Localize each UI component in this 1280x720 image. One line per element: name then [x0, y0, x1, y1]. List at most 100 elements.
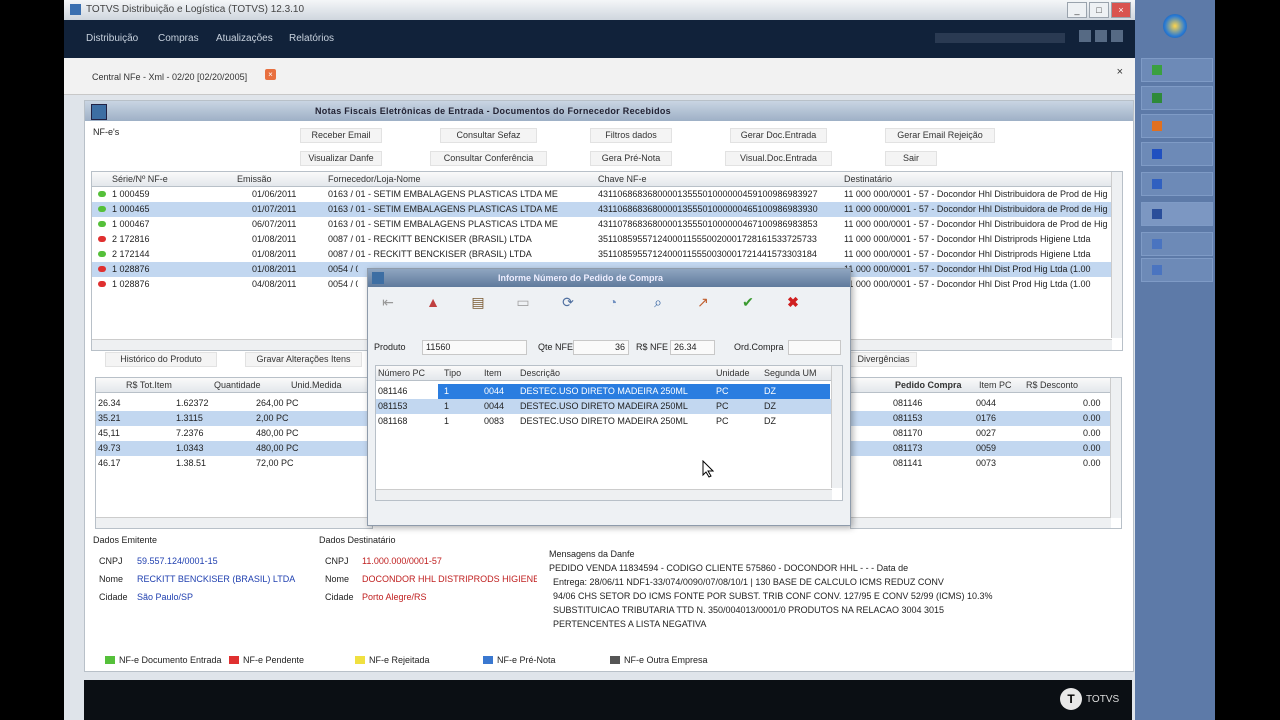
- col-serie[interactable]: Série/Nº NF-e: [112, 174, 168, 184]
- receber-email-button[interactable]: Receber Email: [300, 128, 382, 143]
- search-icon[interactable]: ⌕: [648, 293, 668, 311]
- table-row[interactable]: 081153 1 0044 DESTEC.USO DIRETO MADEIRA …: [376, 399, 832, 414]
- help-icon[interactable]: [1111, 30, 1123, 42]
- menu-item-compras[interactable]: Compras: [158, 33, 199, 44]
- cell-chave: 4311078683680000135550100000046710098698…: [598, 219, 818, 229]
- right-grid-vscroll[interactable]: [1110, 378, 1121, 518]
- maximize-button[interactable]: □: [1089, 2, 1109, 18]
- table-row[interactable]: 26.34 1.62372 264,00 PC: [96, 396, 372, 411]
- taskbar-item[interactable]: [1141, 114, 1213, 138]
- visual-doc-entrada-button[interactable]: Visual.Doc.Entrada: [725, 151, 832, 166]
- col-destinatario[interactable]: Destinatário: [844, 174, 892, 184]
- items-grid-hscroll[interactable]: [96, 517, 372, 528]
- legend-green-icon: [105, 656, 115, 664]
- clipboard-icon[interactable]: ▤: [468, 293, 488, 311]
- taskbar-item-active[interactable]: [1141, 202, 1213, 226]
- menu-item-relatorios[interactable]: Relatórios: [289, 33, 334, 44]
- panel-close-button[interactable]: ×: [1117, 66, 1123, 78]
- table-row[interactable]: 46.17 1.38.51 72,00 PC: [96, 456, 372, 471]
- taskbar-item[interactable]: [1141, 86, 1213, 110]
- col-fornecedor[interactable]: Fornecedor/Loja-Nome: [328, 174, 421, 184]
- tab-central-nfe[interactable]: Central NFe - Xml - 02/20 [02/20/2005]: [92, 72, 247, 82]
- right-grid-hscroll[interactable]: [851, 517, 1111, 528]
- first-record-icon[interactable]: ⇤: [378, 293, 398, 311]
- visualizar-danfe-button[interactable]: Visualizar Danfe: [300, 151, 382, 166]
- table-row[interactable]: 081146 1 0044 DESTEC.USO DIRETO MADEIRA …: [376, 384, 832, 399]
- menu-item-distribuicao[interactable]: Distribuição: [86, 33, 138, 44]
- gerar-doc-entrada-button[interactable]: Gerar Doc.Entrada: [730, 128, 827, 143]
- tab-close-icon[interactable]: ×: [265, 69, 276, 80]
- filter-icon[interactable]: ◔: [603, 293, 623, 311]
- close-button[interactable]: ×: [1111, 2, 1131, 18]
- table-row[interactable]: 081141 0073 0.00: [851, 456, 1111, 471]
- col-unidade[interactable]: Unidade: [716, 368, 750, 378]
- cell-quantidade: 1.38.51: [176, 458, 207, 468]
- cell-quantidade: 1.0343: [176, 443, 204, 453]
- produto-field[interactable]: 11560: [422, 340, 527, 355]
- table-row[interactable]: 081146 0044 0.00: [851, 396, 1111, 411]
- divergencias-button[interactable]: Divergências: [850, 352, 917, 367]
- col-unid-medida[interactable]: Unid.Medida: [291, 380, 342, 390]
- taskbar-item[interactable]: [1141, 258, 1213, 282]
- col-item-pc[interactable]: Item PC: [979, 380, 1012, 390]
- col-tipo[interactable]: Tipo: [444, 368, 461, 378]
- table-row[interactable]: 1 000467 06/07/2011 0163 / 01 - SETIM EM…: [92, 217, 1112, 232]
- legend-yellow-icon: [355, 656, 365, 664]
- refresh-icon[interactable]: ⟳: [558, 293, 578, 311]
- folder-icon[interactable]: ▭: [513, 293, 533, 311]
- up-arrow-icon[interactable]: ▲: [423, 293, 443, 311]
- export-icon[interactable]: ↗: [693, 293, 713, 311]
- menu-item-atualizacoes[interactable]: Atualizações: [216, 33, 273, 44]
- col-item[interactable]: Item: [484, 368, 502, 378]
- gravar-alteracoes-button[interactable]: Gravar Alterações Itens: [245, 352, 362, 367]
- col-emissao[interactable]: Emissão: [237, 174, 272, 184]
- cell-item: 0044: [484, 401, 505, 411]
- home-icon[interactable]: [1079, 30, 1091, 42]
- pedido-grid-vscroll[interactable]: [831, 366, 842, 488]
- consultar-sefaz-button[interactable]: Consultar Sefaz: [440, 128, 537, 143]
- table-row[interactable]: 081168 1 0083 DESTEC.USO DIRETO MADEIRA …: [376, 414, 832, 429]
- pedido-grid-hscroll[interactable]: [376, 489, 832, 500]
- table-row[interactable]: 081153 0176 0.00: [851, 411, 1111, 426]
- col-rs-desconto[interactable]: R$ Desconto: [1026, 380, 1078, 390]
- col-numero-pc[interactable]: Número PC: [378, 368, 425, 378]
- minimize-button[interactable]: _: [1067, 2, 1087, 18]
- filtros-dados-button[interactable]: Filtros dados: [590, 128, 672, 143]
- historico-produto-button[interactable]: Histórico do Produto: [105, 352, 217, 367]
- taskbar-item[interactable]: [1141, 232, 1213, 256]
- table-row[interactable]: 45,11 7.2376 480,00 PC: [96, 426, 372, 441]
- rs-nfe-field[interactable]: 26.34: [670, 340, 715, 355]
- settings-icon[interactable]: [1095, 30, 1107, 42]
- col-rs-tot-item[interactable]: R$ Tot.Item: [126, 380, 172, 390]
- qte-nfe-field[interactable]: 36: [573, 340, 629, 355]
- cell-date: 06/07/2011: [252, 219, 297, 229]
- gera-pre-nota-button[interactable]: Gera Pré-Nota: [590, 151, 672, 166]
- cancel-x-icon[interactable]: ✖: [783, 293, 803, 311]
- table-row[interactable]: 35.21 1.3115 2,00 PC: [96, 411, 372, 426]
- cell-forn: 0163 / 01 - SETIM EMBALAGENS PLASTICAS L…: [328, 219, 558, 229]
- col-quantidade[interactable]: Quantidade: [214, 380, 261, 390]
- sair-button[interactable]: Sair: [885, 151, 937, 166]
- taskbar-item[interactable]: [1141, 142, 1213, 166]
- col-segunda-um[interactable]: Segunda UM: [764, 368, 817, 378]
- table-row[interactable]: 2 172144 01/08/2011 0087 / 01 - RECKITT …: [92, 247, 1112, 262]
- menu-search-box[interactable]: [935, 33, 1065, 43]
- confirm-check-icon[interactable]: ✔: [738, 293, 758, 311]
- table-row[interactable]: 081170 0027 0.00: [851, 426, 1111, 441]
- table-row[interactable]: 49.73 1.0343 480,00 PC: [96, 441, 372, 456]
- panel-title: Notas Fiscais Eletrônicas de Entrada - D…: [315, 106, 671, 116]
- taskbar-item[interactable]: [1141, 172, 1213, 196]
- table-row[interactable]: 1 000459 01/06/2011 0163 / 01 - SETIM EM…: [92, 187, 1112, 202]
- gerar-email-rejeicao-button[interactable]: Gerar Email Rejeição: [885, 128, 995, 143]
- col-chave[interactable]: Chave NF-e: [598, 174, 647, 184]
- taskbar-item[interactable]: [1141, 58, 1213, 82]
- ord-compra-field[interactable]: [788, 340, 841, 355]
- consultar-conferencia-button[interactable]: Consultar Conferência: [430, 151, 547, 166]
- col-pedido-compra[interactable]: Pedido Compra: [895, 380, 962, 390]
- table-row[interactable]: 081173 0059 0.00: [851, 441, 1111, 456]
- col-descricao[interactable]: Descrição: [520, 368, 560, 378]
- start-orb-icon[interactable]: [1163, 14, 1187, 38]
- table-row[interactable]: 1 000465 01/07/2011 0163 / 01 - SETIM EM…: [92, 202, 1112, 217]
- table-row[interactable]: 2 172816 01/08/2011 0087 / 01 - RECKITT …: [92, 232, 1112, 247]
- nfe-grid-vscroll[interactable]: [1111, 172, 1122, 338]
